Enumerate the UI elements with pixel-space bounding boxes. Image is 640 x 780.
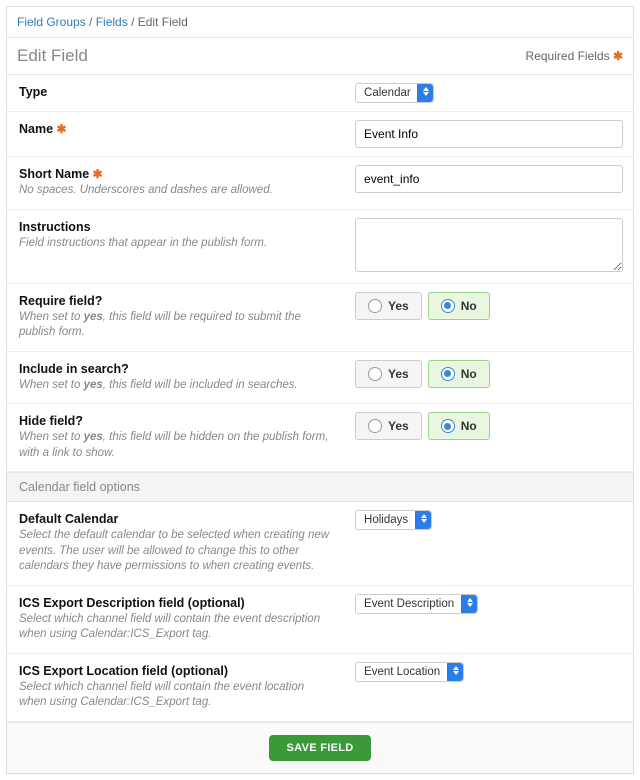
- asterisk-icon: ✱: [613, 49, 623, 63]
- radio-icon: [368, 299, 382, 313]
- page-title: Edit Field: [17, 46, 88, 66]
- ics-loc-select[interactable]: Event Location: [355, 662, 464, 682]
- default-calendar-label: Default Calendar: [19, 512, 118, 526]
- default-calendar-select[interactable]: Holidays: [355, 510, 432, 530]
- include-search-radio: Yes No: [355, 360, 623, 388]
- type-label: Type: [19, 85, 47, 99]
- asterisk-icon: ✱: [56, 122, 66, 136]
- instructions-textarea[interactable]: [355, 218, 623, 272]
- ics-loc-label: ICS Export Location field (optional): [19, 664, 228, 678]
- type-select[interactable]: Calendar: [355, 83, 434, 103]
- crumb-field-groups[interactable]: Field Groups: [17, 15, 86, 29]
- short-name-label: Short Name: [19, 167, 89, 181]
- require-label: Require field?: [19, 294, 102, 308]
- crumb-current: Edit Field: [138, 15, 188, 29]
- require-no[interactable]: No: [428, 292, 490, 320]
- breadcrumb: Field Groups / Fields / Edit Field: [7, 7, 633, 38]
- panel-footer: SAVE FIELD: [7, 722, 633, 773]
- require-yes[interactable]: Yes: [355, 292, 422, 320]
- ics-loc-hint: Select which channel field will contain …: [19, 680, 333, 711]
- crumb-fields[interactable]: Fields: [96, 15, 128, 29]
- radio-icon: [368, 419, 382, 433]
- name-input[interactable]: [355, 120, 623, 148]
- ics-desc-hint: Select which channel field will contain …: [19, 612, 333, 643]
- short-name-input[interactable]: [355, 165, 623, 193]
- name-label: Name: [19, 122, 53, 136]
- hide-label: Hide field?: [19, 414, 83, 428]
- hide-no[interactable]: No: [428, 412, 490, 440]
- radio-icon: [441, 299, 455, 313]
- panel-header: Edit Field Required Fields ✱: [7, 38, 633, 75]
- hide-yes[interactable]: Yes: [355, 412, 422, 440]
- required-fields-label: Required Fields: [526, 49, 610, 63]
- short-name-hint: No spaces. Underscores and dashes are al…: [19, 183, 333, 199]
- calendar-options-header: Calendar field options: [7, 472, 633, 502]
- radio-icon: [441, 367, 455, 381]
- radio-icon: [368, 367, 382, 381]
- radio-icon: [441, 419, 455, 433]
- instructions-label: Instructions: [19, 220, 91, 234]
- instructions-hint: Field instructions that appear in the pu…: [19, 236, 333, 252]
- hide-hint: When set to yes, this field will be hidd…: [19, 430, 333, 461]
- search-label: Include in search?: [19, 362, 129, 376]
- search-hint: When set to yes, this field will be incl…: [19, 378, 333, 394]
- save-button[interactable]: SAVE FIELD: [269, 735, 372, 761]
- ics-desc-label: ICS Export Description field (optional): [19, 596, 245, 610]
- ics-desc-select[interactable]: Event Description: [355, 594, 478, 614]
- search-yes[interactable]: Yes: [355, 360, 422, 388]
- default-calendar-hint: Select the default calendar to be select…: [19, 528, 333, 575]
- search-no[interactable]: No: [428, 360, 490, 388]
- hide-field-radio: Yes No: [355, 412, 623, 440]
- require-field-radio: Yes No: [355, 292, 623, 320]
- require-hint: When set to yes, this field will be requ…: [19, 310, 333, 341]
- asterisk-icon: ✱: [93, 167, 103, 181]
